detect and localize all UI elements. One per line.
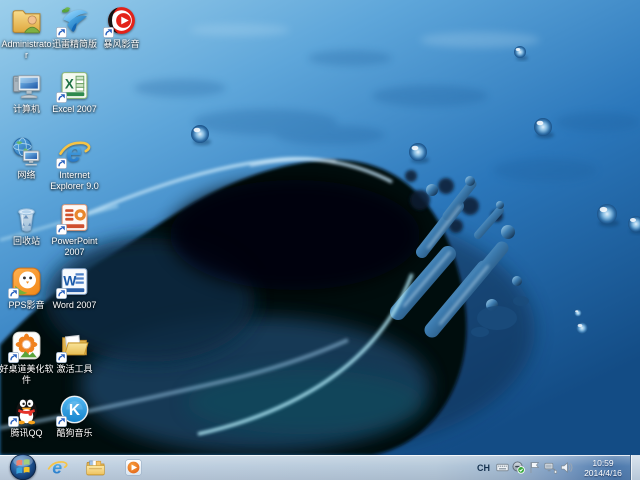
shortcut-arrow-icon xyxy=(103,27,114,38)
desktop-item-label: Word 2007 xyxy=(52,300,97,310)
svg-text:K: K xyxy=(69,402,81,419)
security-check-icon[interactable] xyxy=(511,461,525,474)
desktop-item-computer[interactable]: 计算机 xyxy=(3,69,50,115)
desktop-item-excel[interactable]: X Excel 2007 xyxy=(51,69,98,115)
recycle-bin-icon xyxy=(10,201,43,234)
desktop-item-baofeng[interactable]: 暴风影音 xyxy=(98,4,145,50)
desktop-item-word[interactable]: W Word 2007 xyxy=(51,265,98,311)
computer-icon xyxy=(10,69,43,102)
desktop-item-label: PowerPoint 2007 xyxy=(51,236,98,257)
volume-icon[interactable] xyxy=(560,461,573,474)
taskbar-pinned-explorer[interactable] xyxy=(79,455,111,480)
kugou-icon: K xyxy=(56,393,91,427)
desktop-item-pps[interactable]: PPS影音 xyxy=(3,265,50,311)
network-tray-icon[interactable] xyxy=(543,461,557,474)
qq-penguin-icon xyxy=(8,393,43,427)
desktop-item-label: Excel 2007 xyxy=(52,104,97,114)
powerpoint-icon xyxy=(56,201,91,235)
shortcut-arrow-icon xyxy=(56,288,67,299)
svg-text:e: e xyxy=(52,458,62,478)
shortcut-arrow-icon xyxy=(56,92,67,103)
ie-icon: e xyxy=(56,135,91,169)
shortcut-arrow-icon xyxy=(8,352,19,363)
shortcut-arrow-icon xyxy=(56,27,67,38)
desktop-item-label: 激活工具 xyxy=(56,364,93,374)
desktop-item-qq-penguin[interactable]: 腾讯QQ xyxy=(3,393,50,439)
taskbar-clock[interactable]: 10:59 2014/4/16 xyxy=(579,458,627,478)
shortcut-arrow-icon xyxy=(8,416,19,427)
word-icon: W xyxy=(56,265,91,299)
taskbar-pinned-wmp[interactable] xyxy=(117,455,149,480)
network-icon xyxy=(10,135,43,168)
desktop-item-label: 暴风影音 xyxy=(103,39,140,49)
desktop-item-haozhuodao-flower[interactable]: 好桌道美化软 件 xyxy=(0,329,54,385)
show-desktop-button[interactable] xyxy=(630,455,640,480)
excel-icon: X xyxy=(56,69,91,103)
shortcut-arrow-icon xyxy=(56,158,67,169)
taskbar-pinned-ie[interactable]: e xyxy=(41,455,73,480)
shortcut-arrow-icon xyxy=(8,288,19,299)
desktop-item-network[interactable]: 网络 xyxy=(3,135,50,181)
desktop-item-thunder-bird[interactable]: 迅雷精简版 xyxy=(51,4,98,50)
keyboard-icon[interactable] xyxy=(495,461,509,474)
desktop-item-label: Internet Explorer 9.0 xyxy=(50,170,99,191)
svg-text:W: W xyxy=(63,273,77,289)
desktop-item-kugou[interactable]: K 酷狗音乐 xyxy=(51,393,98,439)
svg-text:X: X xyxy=(65,77,74,92)
clock-time: 10:59 xyxy=(592,457,614,468)
desktop-item-user-folder[interactable]: Administrato r xyxy=(1,4,52,60)
desktop-item-recycle-bin[interactable]: 回收站 xyxy=(3,201,50,247)
start-button[interactable] xyxy=(8,452,38,480)
shortcut-arrow-icon xyxy=(56,352,67,363)
clock-date: 2014/4/16 xyxy=(584,467,622,478)
pps-icon xyxy=(8,265,43,299)
language-indicator[interactable]: CH xyxy=(477,463,490,473)
desktop-item-open-folder[interactable]: 激活工具 xyxy=(51,329,98,375)
taskbar: e CH 10:59 2014/4/16 xyxy=(0,452,640,480)
open-folder-icon xyxy=(56,329,91,363)
shortcut-arrow-icon xyxy=(56,224,67,235)
thunder-bird-icon xyxy=(56,4,91,38)
desktop-item-label: 酷狗音乐 xyxy=(56,428,93,438)
haozhuodao-flower-icon xyxy=(8,329,43,363)
desktop-item-powerpoint[interactable]: PowerPoint 2007 xyxy=(51,201,98,257)
shortcut-arrow-icon xyxy=(56,416,67,427)
system-tray: CH 10:59 2014/4/16 xyxy=(477,455,640,480)
screen: Administrato r 计算机网络回收站 PPS影音好桌道美化软 件腾讯QQ 迅… xyxy=(0,0,640,480)
desktop-item-ie[interactable]: e Internet Explorer 9.0 xyxy=(50,135,99,191)
svg-text:e: e xyxy=(66,136,81,167)
baofeng-icon xyxy=(103,4,138,38)
user-folder-icon xyxy=(10,4,43,37)
action-center-flag-icon[interactable] xyxy=(528,461,541,474)
